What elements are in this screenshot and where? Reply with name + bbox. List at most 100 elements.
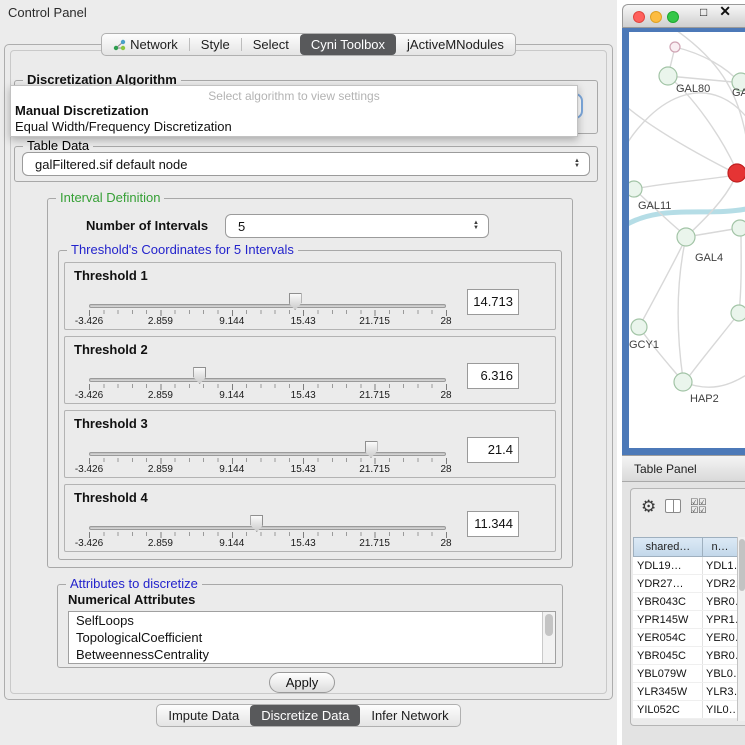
tab-jactivemnodules[interactable]: jActiveMNodules <box>396 34 515 55</box>
threshold-panel-1: Threshold 1-3.4262.8599.14415.4321.71528… <box>64 262 556 330</box>
threshold-value-field[interactable]: 6.316 <box>467 363 519 389</box>
edge <box>639 242 684 327</box>
numerical-attribute-item[interactable]: SelfLoops <box>69 612 555 629</box>
edge <box>675 47 739 82</box>
tick-label: 15.43 <box>291 316 316 327</box>
columns-icon[interactable] <box>665 499 681 513</box>
network-node-gal80[interactable] <box>659 67 677 85</box>
table-scrollbar[interactable] <box>737 537 745 721</box>
table-row[interactable]: YPR145WYPR1… <box>633 611 738 629</box>
cell-shared-name: YBL079W <box>633 665 703 682</box>
table-header-row: shared… n… <box>633 537 738 557</box>
column-header-shared-name[interactable]: shared… <box>633 537 703 557</box>
network-node-gal11[interactable] <box>629 181 642 197</box>
attributes-list-scrollbar[interactable] <box>542 612 555 663</box>
control-panel-tab-bar: Network Style Select Cyni Toolbox jActiv… <box>101 33 516 56</box>
slider-track[interactable] <box>89 304 446 308</box>
tab-label: Select <box>253 37 289 52</box>
slider-track[interactable] <box>89 452 446 456</box>
cell-name: YBR0… <box>703 647 738 664</box>
column-header-name[interactable]: n… <box>703 537 738 557</box>
network-node[interactable] <box>728 164 745 182</box>
threshold-value-field[interactable]: 14.713 <box>467 289 519 315</box>
gear-icon[interactable]: ⚙ <box>641 498 656 515</box>
table-row[interactable]: YBR043CYBR0… <box>633 593 738 611</box>
tab-label: Cyni Toolbox <box>311 37 385 52</box>
minimize-traffic-light[interactable] <box>650 11 662 23</box>
table-row[interactable]: YBR045CYBR0… <box>633 647 738 665</box>
tick-label: -3.426 <box>75 464 103 475</box>
scrollbar-thumb[interactable] <box>739 539 745 591</box>
tab-cyni-toolbox[interactable]: Cyni Toolbox <box>300 34 396 55</box>
zoom-traffic-light[interactable] <box>667 11 679 23</box>
float-window-icon[interactable]: □ <box>700 5 707 19</box>
node-table: shared… n… YDL19…YDL1…YDR27…YDR2…YBR043C… <box>633 537 738 719</box>
slider-track[interactable] <box>89 526 446 530</box>
tick-label: 9.144 <box>219 316 244 327</box>
number-of-intervals-label: Number of Intervals <box>86 218 208 233</box>
tick-label: 21.715 <box>359 464 390 475</box>
close-window-icon[interactable]: ✕ <box>719 3 731 20</box>
tick-label: 2.859 <box>148 316 173 327</box>
tab-select[interactable]: Select <box>242 34 300 55</box>
table-row[interactable]: YDL19…YDL1… <box>633 557 738 575</box>
threshold-label: Threshold 1 <box>74 268 148 283</box>
dropdown-item-equal-width-frequency[interactable]: Equal Width/Frequency Discretization <box>11 119 577 135</box>
numerical-attribute-item[interactable]: TopologicalCoefficient <box>69 629 555 646</box>
table-data-value: galFiltered.sif default node <box>23 157 574 172</box>
table-row[interactable]: YER054CYER0… <box>633 629 738 647</box>
algorithm-dropdown-popup: Select algorithm to view settings Manual… <box>10 85 578 137</box>
tick-label: 9.144 <box>219 464 244 475</box>
tab-discretize-data[interactable]: Discretize Data <box>250 705 360 726</box>
network-node-hap2[interactable] <box>674 373 692 391</box>
tab-network[interactable]: Network <box>102 34 189 55</box>
cell-name: YPR1… <box>703 611 738 628</box>
node-label: GCY1 <box>629 339 659 351</box>
threshold-panel-2: Threshold 2-3.4262.8599.14415.4321.71528… <box>64 336 556 404</box>
network-node[interactable] <box>731 305 745 321</box>
tab-impute-data[interactable]: Impute Data <box>157 705 250 726</box>
columns-icon-divider <box>673 500 674 512</box>
slider-track[interactable] <box>89 378 446 382</box>
table-row[interactable]: YDR27…YDR2… <box>633 575 738 593</box>
cell-shared-name: YBR043C <box>633 593 703 610</box>
network-node-gal4[interactable] <box>677 228 695 246</box>
node-label: HAP2 <box>690 393 719 405</box>
combo-updown-icon: ▲▼ <box>574 159 580 169</box>
dropdown-item-manual-discretization[interactable]: Manual Discretization <box>11 103 577 119</box>
apply-button[interactable]: Apply <box>269 672 335 693</box>
threshold-panel-3: Threshold 3-3.4262.8599.14415.4321.71528… <box>64 410 556 478</box>
network-canvas[interactable]: GAL80GAGAL11GAL4GCY1HAP2 <box>629 32 745 448</box>
table-data-combobox[interactable]: galFiltered.sif default node ▲▼ <box>22 152 590 176</box>
node-label: GA <box>732 87 745 99</box>
threshold-panel-4: Threshold 4-3.4262.8599.14415.4321.71528… <box>64 484 556 552</box>
tab-label: jActiveMNodules <box>407 37 504 52</box>
cell-name: YIL0… <box>703 701 738 718</box>
scrollbar-thumb[interactable] <box>545 614 553 636</box>
numerical-attribute-item[interactable]: BetweennessCentrality <box>69 646 555 663</box>
number-of-intervals-combobox[interactable]: 5 ▲▼ <box>225 214 489 238</box>
select-columns-icon[interactable]: ☑ ☑ ☑ ☑ <box>690 498 712 514</box>
checkbox-glyph: ☑ <box>690 506 698 514</box>
network-node[interactable] <box>732 220 745 236</box>
table-panel-header[interactable]: Table Panel <box>622 455 745 482</box>
network-node[interactable] <box>670 42 680 52</box>
tab-style[interactable]: Style <box>190 34 241 55</box>
threshold-value-field[interactable]: 21.4 <box>467 437 519 463</box>
table-data-label: Table Data <box>23 138 93 153</box>
table-row[interactable]: YIL052CYIL0… <box>633 701 738 719</box>
table-row[interactable]: YBL079WYBL0… <box>633 665 738 683</box>
numerical-attributes-list[interactable]: SelfLoopsTopologicalCoefficientBetweenne… <box>68 611 556 664</box>
table-row[interactable]: YLR345WYLR3… <box>633 683 738 701</box>
close-traffic-light[interactable] <box>633 11 645 23</box>
tick-label: -3.426 <box>75 316 103 327</box>
network-node-gcy1[interactable] <box>631 319 647 335</box>
threshold-value-field[interactable]: 11.344 <box>467 511 519 537</box>
edge <box>678 237 686 379</box>
tick-label: 2.859 <box>148 390 173 401</box>
tab-infer-network[interactable]: Infer Network <box>360 705 459 726</box>
table-panel-title: Table Panel <box>634 462 697 476</box>
dropdown-placeholder: Select algorithm to view settings <box>11 86 577 103</box>
combo-updown-icon: ▲▼ <box>473 221 479 231</box>
cell-name: YDR2… <box>703 575 738 592</box>
